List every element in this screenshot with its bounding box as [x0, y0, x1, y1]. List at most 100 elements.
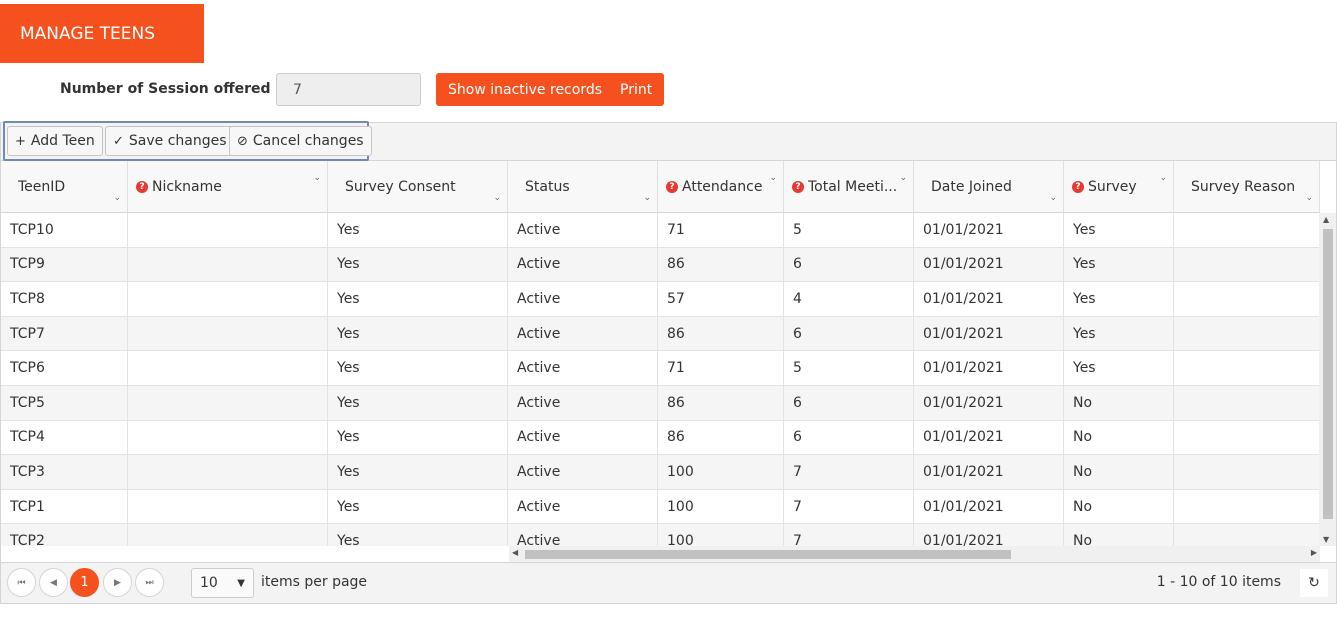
scroll-up-icon[interactable]: ▲: [1323, 215, 1329, 224]
cell-nickname[interactable]: [128, 247, 328, 282]
cell-teen-id[interactable]: TCP2: [1, 524, 128, 546]
chevron-down-icon[interactable]: ⌄: [769, 173, 777, 183]
cell-total-meetings[interactable]: 7: [784, 455, 914, 489]
cell-date-joined[interactable]: 01/01/2021: [914, 489, 1064, 524]
add-teen-button[interactable]: + Add Teen: [7, 126, 103, 156]
cell-survey-consent[interactable]: Yes: [328, 247, 508, 282]
cell-survey-reason[interactable]: [1174, 213, 1320, 247]
column-header-date-joined[interactable]: Date Joined ⌄: [914, 161, 1064, 213]
column-header-status[interactable]: Status ⌄: [508, 161, 658, 213]
cell-date-joined[interactable]: 01/01/2021: [914, 420, 1064, 455]
table-row[interactable]: TCP3 Yes Active 100 7 01/01/2021 No: [1, 455, 1320, 490]
table-row[interactable]: TCP5 Yes Active 86 6 01/01/2021 No: [1, 386, 1320, 421]
table-row[interactable]: TCP7 Yes Active 86 6 01/01/2021 Yes: [1, 316, 1320, 352]
refresh-button[interactable]: ↻: [1300, 569, 1328, 597]
cell-teen-id[interactable]: TCP6: [1, 351, 128, 385]
cell-survey[interactable]: No: [1064, 489, 1174, 524]
cell-attendance[interactable]: 86: [658, 247, 784, 282]
horizontal-scroll-thumb[interactable]: [525, 550, 1011, 559]
cell-survey-reason[interactable]: [1174, 455, 1320, 489]
cell-survey-consent[interactable]: Yes: [328, 213, 508, 247]
cell-attendance[interactable]: 86: [658, 386, 784, 420]
cell-survey-reason[interactable]: [1174, 420, 1320, 455]
cell-date-joined[interactable]: 01/01/2021: [914, 386, 1064, 420]
cell-total-meetings[interactable]: 6: [784, 247, 914, 282]
cell-status[interactable]: Active: [508, 386, 658, 420]
cancel-changes-button[interactable]: ⊘ Cancel changes: [229, 126, 372, 156]
scroll-down-icon[interactable]: ▼: [1323, 535, 1329, 544]
show-inactive-button[interactable]: Show inactive records: [436, 73, 615, 106]
cell-status[interactable]: Active: [508, 351, 658, 385]
scroll-right-icon[interactable]: ▶: [1311, 548, 1317, 557]
column-header-total-meetings[interactable]: ? Total Meeti... ⌄: [784, 161, 914, 213]
last-page-button[interactable]: ⏭: [135, 568, 164, 597]
cell-attendance[interactable]: 100: [658, 524, 784, 546]
cell-teen-id[interactable]: TCP9: [1, 247, 128, 282]
cell-nickname[interactable]: [128, 420, 328, 455]
table-row[interactable]: TCP2 Yes Active 100 7 01/01/2021 No: [1, 524, 1320, 546]
chevron-down-icon[interactable]: ⌄: [899, 173, 907, 183]
cell-nickname[interactable]: [128, 489, 328, 524]
cell-teen-id[interactable]: TCP4: [1, 420, 128, 455]
cell-total-meetings[interactable]: 4: [784, 282, 914, 316]
chevron-down-icon[interactable]: ⌄: [1159, 173, 1167, 183]
cell-survey-consent[interactable]: Yes: [328, 351, 508, 385]
table-row[interactable]: TCP4 Yes Active 86 6 01/01/2021 No: [1, 420, 1320, 456]
cell-attendance[interactable]: 57: [658, 282, 784, 316]
column-header-teen-id[interactable]: TeenID ⌄: [1, 161, 128, 213]
cell-survey[interactable]: Yes: [1064, 282, 1174, 316]
cell-nickname[interactable]: [128, 351, 328, 385]
cell-date-joined[interactable]: 01/01/2021: [914, 316, 1064, 351]
cell-survey[interactable]: No: [1064, 455, 1174, 489]
table-row[interactable]: TCP6 Yes Active 71 5 01/01/2021 Yes: [1, 351, 1320, 386]
cell-nickname[interactable]: [128, 524, 328, 546]
cell-status[interactable]: Active: [508, 489, 658, 524]
cell-survey-reason[interactable]: [1174, 489, 1320, 524]
cell-attendance[interactable]: 71: [658, 351, 784, 385]
cell-teen-id[interactable]: TCP3: [1, 455, 128, 489]
table-row[interactable]: TCP9 Yes Active 86 6 01/01/2021 Yes: [1, 247, 1320, 283]
cell-status[interactable]: Active: [508, 213, 658, 247]
cell-teen-id[interactable]: TCP1: [1, 489, 128, 524]
horizontal-scrollbar[interactable]: ◀ ▶: [509, 546, 1320, 562]
cell-nickname[interactable]: [128, 213, 328, 247]
vertical-scroll-thumb[interactable]: [1323, 229, 1333, 519]
cell-status[interactable]: Active: [508, 524, 658, 546]
chevron-down-icon[interactable]: ⌄: [313, 173, 321, 183]
cell-date-joined[interactable]: 01/01/2021: [914, 455, 1064, 489]
session-count-input[interactable]: [276, 73, 421, 106]
cell-status[interactable]: Active: [508, 455, 658, 489]
chevron-down-icon[interactable]: ⌄: [113, 193, 121, 203]
cell-survey[interactable]: Yes: [1064, 351, 1174, 385]
cell-survey[interactable]: No: [1064, 420, 1174, 455]
cell-teen-id[interactable]: TCP7: [1, 316, 128, 351]
cell-date-joined[interactable]: 01/01/2021: [914, 213, 1064, 247]
cell-survey-reason[interactable]: [1174, 351, 1320, 385]
cell-survey-consent[interactable]: Yes: [328, 420, 508, 455]
cell-nickname[interactable]: [128, 455, 328, 489]
cell-survey[interactable]: Yes: [1064, 247, 1174, 282]
cell-nickname[interactable]: [128, 386, 328, 420]
cell-teen-id[interactable]: TCP5: [1, 386, 128, 420]
cell-survey-consent[interactable]: Yes: [328, 524, 508, 546]
cell-status[interactable]: Active: [508, 282, 658, 316]
cell-total-meetings[interactable]: 5: [784, 213, 914, 247]
print-button[interactable]: Print: [608, 73, 665, 106]
vertical-scrollbar[interactable]: ▲ ▼: [1319, 213, 1336, 546]
cell-survey-reason[interactable]: [1174, 524, 1320, 546]
cell-survey-consent[interactable]: Yes: [328, 455, 508, 489]
scroll-left-icon[interactable]: ◀: [512, 548, 518, 557]
table-row[interactable]: TCP1 Yes Active 100 7 01/01/2021 No: [1, 489, 1320, 525]
cell-attendance[interactable]: 71: [658, 213, 784, 247]
column-header-nickname[interactable]: ? Nickname ⌄: [128, 161, 328, 213]
table-row[interactable]: TCP8 Yes Active 57 4 01/01/2021 Yes: [1, 282, 1320, 317]
column-header-survey[interactable]: ? Survey ⌄: [1064, 161, 1174, 213]
cell-survey-consent[interactable]: Yes: [328, 316, 508, 351]
chevron-down-icon[interactable]: ⌄: [493, 193, 501, 203]
cell-attendance[interactable]: 86: [658, 420, 784, 455]
cell-survey-consent[interactable]: Yes: [328, 489, 508, 524]
cell-total-meetings[interactable]: 7: [784, 489, 914, 524]
cell-attendance[interactable]: 100: [658, 489, 784, 524]
cell-total-meetings[interactable]: 6: [784, 316, 914, 351]
cell-total-meetings[interactable]: 5: [784, 351, 914, 385]
